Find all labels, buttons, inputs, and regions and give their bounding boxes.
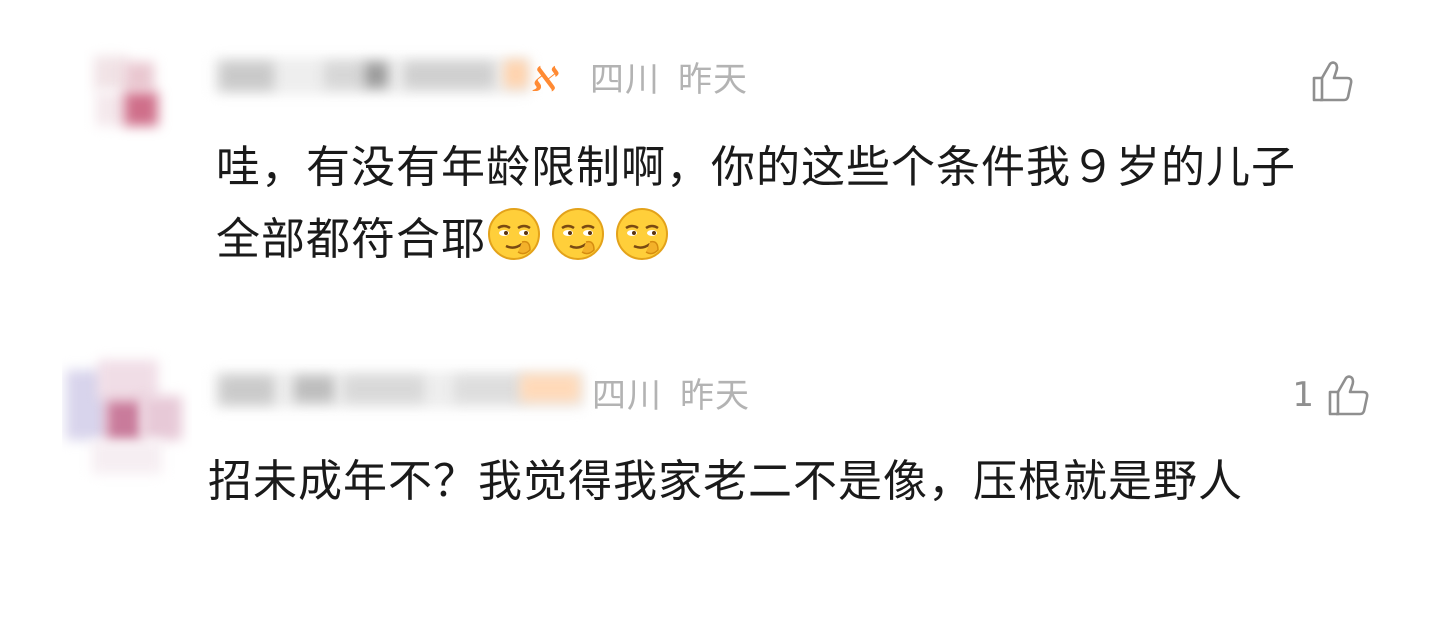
- username[interactable]: [214, 366, 584, 416]
- comment-body: 招未成年不？我觉得我家老二不是像，压根就是野人: [208, 456, 1243, 507]
- comment-text: 哇，有没有年龄限制啊，你的这些个条件我９岁的儿子全部都符合耶: [216, 132, 1326, 276]
- avatar[interactable]: [62, 340, 192, 490]
- like-button[interactable]: 1: [1292, 372, 1372, 418]
- smirk-emoji-icon: [616, 208, 668, 260]
- vip-badge-icon: ℵ: [530, 60, 556, 100]
- comment-item: 四川 昨天 1 招未成年不？我觉得我家老二不是像，压根就是野人: [0, 318, 1456, 618]
- comment-meta: 四川 昨天: [592, 374, 750, 418]
- username[interactable]: [214, 52, 530, 102]
- comment-item: ℵ 四川 昨天 哇，有没有年龄限制啊，你的这些个条件我９岁的儿子全部都符合耶: [0, 0, 1456, 300]
- like-count: 1: [1292, 375, 1314, 415]
- thumbs-up-icon: [1312, 61, 1353, 102]
- location: 四川: [592, 376, 662, 416]
- timestamp: 昨天: [680, 376, 750, 416]
- emoji-group: [486, 208, 678, 265]
- smirk-emoji-icon: [488, 208, 540, 260]
- comment-body: 哇，有没有年龄限制啊，你的这些个条件我９岁的儿子全部都符合耶: [216, 142, 1296, 265]
- thumbs-up-icon: [1328, 375, 1369, 416]
- comment-meta: 四川 昨天: [590, 58, 748, 102]
- location: 四川: [590, 60, 660, 100]
- timestamp: 昨天: [678, 60, 748, 100]
- avatar[interactable]: [84, 42, 184, 142]
- like-button[interactable]: [1298, 58, 1356, 104]
- smirk-emoji-icon: [552, 208, 604, 260]
- comment-text: 招未成年不？我觉得我家老二不是像，压根就是野人: [208, 446, 1368, 518]
